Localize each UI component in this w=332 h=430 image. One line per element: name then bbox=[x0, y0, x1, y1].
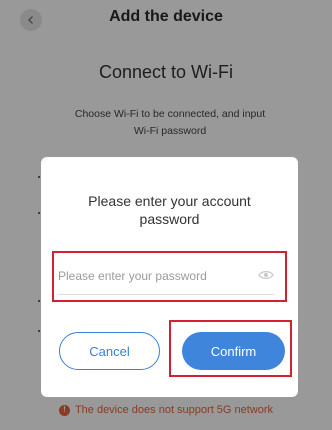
cancel-button[interactable]: Cancel bbox=[59, 332, 160, 370]
dialog-title: Please enter your account password bbox=[88, 193, 251, 227]
cancel-button-label: Cancel bbox=[89, 343, 130, 359]
highlight-box-password bbox=[52, 251, 287, 302]
highlight-box-confirm bbox=[169, 320, 292, 377]
